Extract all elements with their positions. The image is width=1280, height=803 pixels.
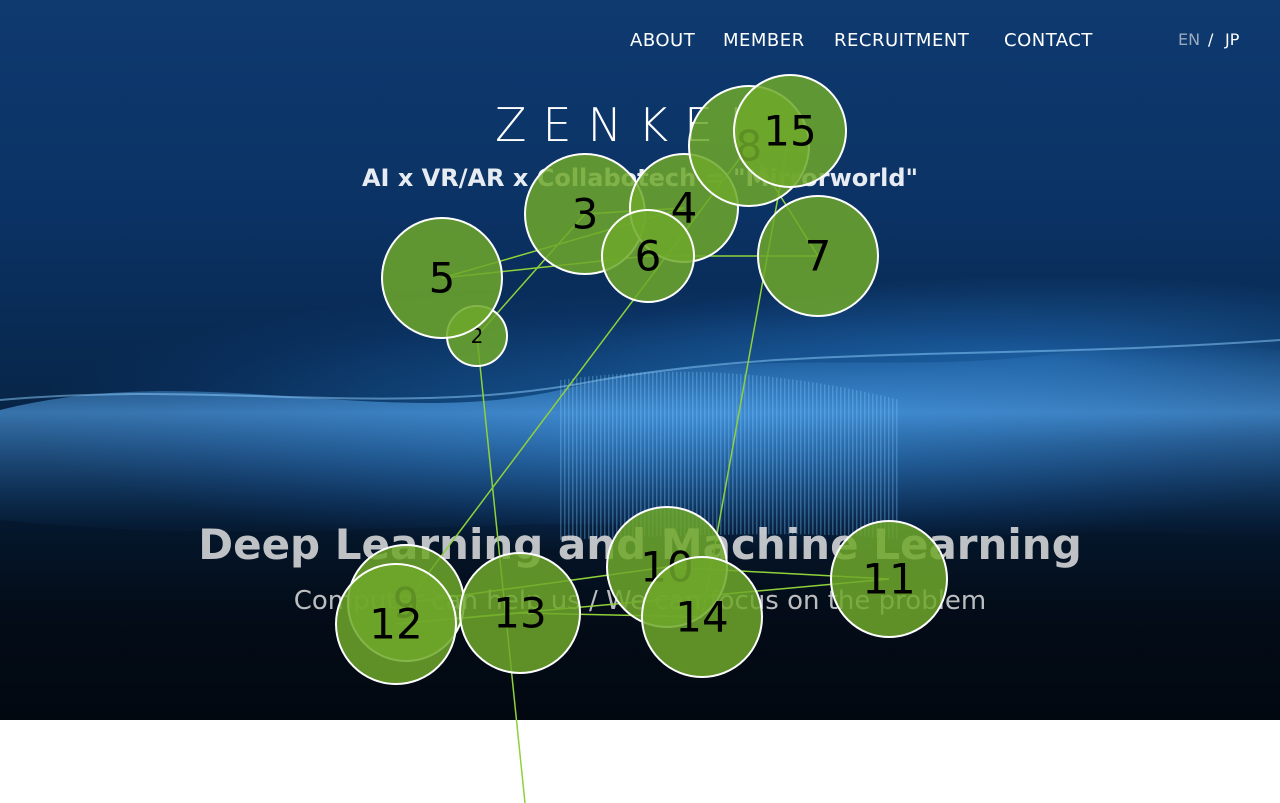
language-en-link[interactable]: EN [1178, 30, 1200, 49]
language-separator: / [1208, 30, 1214, 49]
nav-recruitment-link[interactable]: RECRUITMENT [834, 30, 969, 51]
hero-banner: ABOUT MEMBER RECRUITMENT CONTACT EN / JP… [0, 0, 1280, 720]
hero-headline: Deep Learning and Machine Learning [198, 520, 1082, 569]
nav-contact-link[interactable]: CONTACT [1004, 30, 1093, 51]
nav-about-link[interactable]: ABOUT [630, 30, 695, 51]
site-logo[interactable]: ZENKEI [495, 98, 795, 152]
top-navigation: ABOUT MEMBER RECRUITMENT CONTACT EN / JP [0, 30, 1280, 56]
hero-tagline: AI x VR/AR x Collabotech = "Mirrorworld" [361, 164, 919, 192]
nav-member-link[interactable]: MEMBER [723, 30, 805, 51]
language-jp-link[interactable]: JP [1225, 30, 1239, 49]
hero-subline: Computer can help us / We can focus on t… [293, 586, 987, 616]
